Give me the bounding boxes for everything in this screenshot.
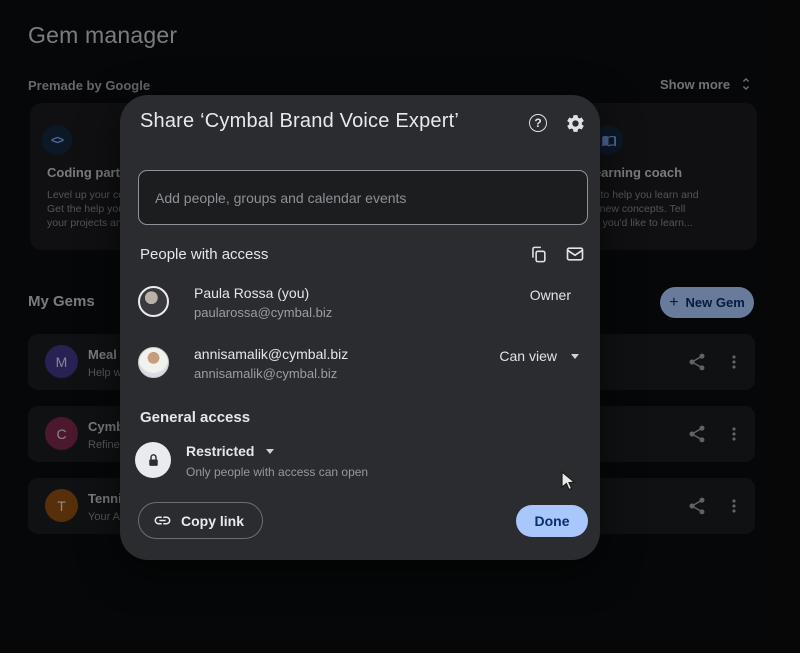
avatar (138, 286, 169, 317)
share-dialog: Share ‘Cymbal Brand Voice Expert’ ? Peop… (120, 95, 600, 560)
copy-link-button[interactable]: Copy link (138, 502, 263, 539)
restricted-dropdown[interactable]: Restricted (186, 443, 274, 459)
role-label: Can view (499, 348, 557, 364)
restricted-mode-label: Restricted (186, 443, 254, 459)
chevron-down-icon (571, 354, 579, 359)
dialog-title: Share ‘Cymbal Brand Voice Expert’ (140, 110, 459, 133)
settings-button[interactable] (564, 112, 586, 134)
role-label: Owner (530, 287, 571, 303)
person-name: annisamalik@cymbal.biz (194, 346, 348, 362)
people-with-access-heading: People with access (140, 246, 268, 263)
done-label: Done (535, 513, 570, 529)
person-row-paula: Paula Rossa (you) paularossa@cymbal.biz … (138, 283, 582, 331)
link-icon (153, 511, 172, 530)
avatar (138, 347, 169, 378)
email-people-button[interactable] (564, 243, 586, 265)
person-email: paularossa@cymbal.biz (194, 305, 332, 320)
person-row-annisa: annisamalik@cymbal.biz annisamalik@cymba… (138, 344, 582, 392)
lock-icon (135, 442, 171, 478)
general-access-heading: General access (140, 409, 250, 426)
mouse-cursor (561, 471, 578, 492)
person-email: annisamalik@cymbal.biz (194, 366, 337, 381)
role-dropdown[interactable]: Can view (499, 348, 579, 364)
add-people-input[interactable] (138, 170, 588, 225)
person-name: Paula Rossa (you) (194, 285, 309, 301)
gear-icon (565, 113, 586, 134)
restricted-description: Only people with access can open (186, 465, 368, 479)
chevron-down-icon (266, 449, 274, 454)
copy-link-label: Copy link (181, 513, 244, 529)
help-icon: ? (529, 114, 547, 132)
done-button[interactable]: Done (516, 505, 588, 537)
mail-icon (565, 244, 585, 264)
help-button[interactable]: ? (527, 112, 549, 134)
copy-icon (529, 245, 548, 264)
copy-list-button[interactable] (527, 243, 549, 265)
